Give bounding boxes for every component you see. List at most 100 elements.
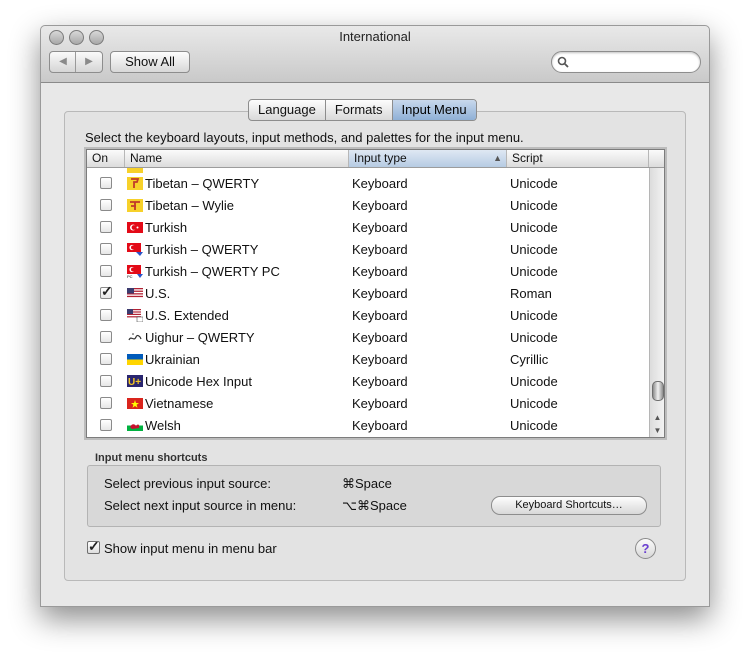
table-row[interactable]: Ukrainian Keyboard Cyrillic <box>87 349 649 371</box>
svg-text:U+: U+ <box>128 377 141 387</box>
table-row[interactable]: Tibetan – Wylie Keyboard Unicode <box>87 195 649 217</box>
row-checkbox[interactable] <box>100 283 113 300</box>
table-body: Tibetan – QWERTY Keyboard Unicode Tibeta… <box>87 168 649 437</box>
row-script: Unicode <box>510 198 558 213</box>
row-checkbox[interactable] <box>100 353 112 365</box>
row-checkbox[interactable] <box>100 375 112 387</box>
row-type: Keyboard <box>352 330 408 345</box>
next-source-label: Select next input source in menu: <box>104 498 297 513</box>
row-script: Unicode <box>510 176 558 191</box>
row-type: Keyboard <box>352 220 408 235</box>
preferences-window: International ◀ ▶ Show All Language Form… <box>40 25 710 607</box>
row-name: Tibetan – QWERTY <box>145 176 260 191</box>
column-header-on[interactable]: On <box>87 150 125 167</box>
row-checkbox[interactable] <box>100 397 112 409</box>
row-script: Unicode <box>510 308 558 323</box>
row-type: Keyboard <box>352 198 408 213</box>
row-name: Vietnamese <box>145 396 214 411</box>
search-field[interactable] <box>551 51 701 73</box>
scroll-up-arrow-icon[interactable]: ▲ <box>650 411 664 424</box>
row-name: U.S. <box>145 286 171 301</box>
row-script: Cyrillic <box>510 352 549 367</box>
tab-formats[interactable]: Formats <box>326 100 393 120</box>
previous-source-shortcut: ⌘Space <box>342 476 392 491</box>
previous-source-label: Select previous input source: <box>104 476 271 491</box>
row-script: Unicode <box>510 330 558 345</box>
table-row[interactable]: U.S. Keyboard Roman <box>87 283 649 305</box>
row-type: Keyboard <box>352 396 408 411</box>
us-flag-icon <box>127 287 143 300</box>
row-script: Unicode <box>510 264 558 279</box>
row-name: Turkish – QWERTY <box>145 242 259 257</box>
table-row[interactable]: Tibetan – QWERTY Keyboard Unicode <box>87 173 649 195</box>
row-checkbox[interactable] <box>100 199 112 211</box>
table-row[interactable]: U+ Unicode Hex Input Keyboard Unicode <box>87 371 649 393</box>
row-type: Keyboard <box>352 242 408 257</box>
table-row[interactable]: Vietnamese Keyboard Unicode <box>87 393 649 415</box>
title-bar: International ◀ ▶ Show All <box>41 26 709 83</box>
row-name: Ukrainian <box>145 352 200 367</box>
scroll-down-arrow-icon[interactable]: ▼ <box>650 424 664 437</box>
table-row[interactable]: Welsh Keyboard Unicode <box>87 415 649 437</box>
table-header: On Name Input type ▲ Script <box>87 150 664 168</box>
help-button[interactable]: ? <box>635 538 656 559</box>
shortcuts-section-title: Input menu shortcuts <box>95 452 208 464</box>
row-script: Roman <box>510 286 552 301</box>
column-header-name[interactable]: Name <box>125 150 349 167</box>
row-checkbox[interactable] <box>100 309 112 321</box>
tibetan-icon <box>127 177 143 190</box>
column-header-input-type[interactable]: Input type ▲ <box>349 150 507 167</box>
row-name: Welsh <box>145 418 181 433</box>
row-name: Unicode Hex Input <box>145 374 252 389</box>
forward-button[interactable]: ▶ <box>76 52 102 72</box>
tab-language[interactable]: Language <box>249 100 326 120</box>
row-checkbox[interactable] <box>100 419 112 431</box>
row-name: Turkish <box>145 220 188 235</box>
table-row[interactable]: U.S. Extended Keyboard Unicode <box>87 305 649 327</box>
uighur-icon <box>127 331 143 344</box>
show-all-button[interactable]: Show All <box>110 51 190 73</box>
vietnam-flag-icon <box>127 397 143 410</box>
search-icon <box>557 56 569 68</box>
us-flag-icon <box>127 309 143 322</box>
scrollbar-thumb[interactable] <box>652 381 664 401</box>
row-checkbox[interactable] <box>100 177 112 189</box>
row-checkbox[interactable] <box>100 243 112 255</box>
tab-bar: Language Formats Input Menu <box>248 99 477 121</box>
keyboard-shortcuts-button[interactable]: Keyboard Shortcuts… <box>491 496 647 515</box>
row-script: Unicode <box>510 418 558 433</box>
row-script: Unicode <box>510 374 558 389</box>
show-input-menu-label[interactable]: Show input menu in menu bar <box>104 541 277 556</box>
tab-input-menu[interactable]: Input Menu <box>392 100 476 120</box>
svg-text:PC: PC <box>127 274 133 278</box>
turkey-flag-icon: PC <box>127 265 143 278</box>
turkey-flag-icon <box>127 221 143 234</box>
column-header-script[interactable]: Script <box>507 150 649 167</box>
row-script: Unicode <box>510 220 558 235</box>
back-button[interactable]: ◀ <box>50 52 76 72</box>
sort-ascending-icon: ▲ <box>493 153 502 163</box>
row-name: Uighur – QWERTY <box>145 330 255 345</box>
row-checkbox[interactable] <box>100 221 112 233</box>
row-checkbox[interactable] <box>100 265 112 277</box>
table-row[interactable]: Turkish Keyboard Unicode <box>87 217 649 239</box>
tibetan-icon <box>127 199 143 212</box>
row-type: Keyboard <box>352 308 408 323</box>
unicode-icon: U+ <box>127 375 143 388</box>
description-text: Select the keyboard layouts, input metho… <box>85 130 524 145</box>
next-source-shortcut: ⌥⌘Space <box>342 498 407 513</box>
row-script: Unicode <box>510 396 558 411</box>
row-type: Keyboard <box>352 176 408 191</box>
table-scrollbar[interactable]: ▲ ▼ <box>649 168 664 437</box>
table-row[interactable]: Uighur – QWERTY Keyboard Unicode <box>87 327 649 349</box>
show-input-menu-checkbox[interactable] <box>87 538 100 555</box>
wales-flag-icon <box>127 419 143 432</box>
turkey-flag-icon <box>127 243 143 256</box>
row-name: Tibetan – Wylie <box>145 198 234 213</box>
row-checkbox[interactable] <box>100 331 112 343</box>
column-header-input-type-label: Input type <box>354 151 407 165</box>
table-row[interactable]: PC Turkish – QWERTY PC Keyboard Unicode <box>87 261 649 283</box>
table-row[interactable]: Turkish – QWERTY Keyboard Unicode <box>87 239 649 261</box>
row-type: Keyboard <box>352 418 408 433</box>
row-name: U.S. Extended <box>145 308 229 323</box>
